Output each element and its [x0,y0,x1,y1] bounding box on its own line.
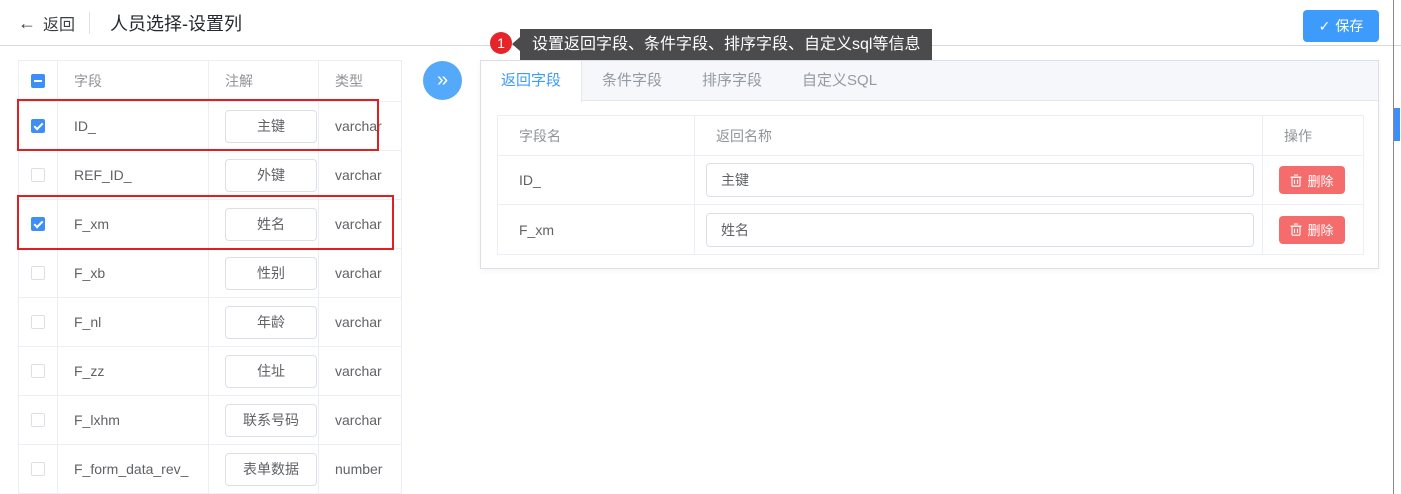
field-name: F_form_data_rev_ [58,445,209,493]
delete-label: 删除 [1307,173,1334,189]
check-icon: ✓ [1318,17,1331,34]
row-checkbox[interactable] [31,413,45,427]
expand-panel-button[interactable]: » [423,61,462,100]
header-divider [89,12,90,34]
row-checkbox[interactable] [31,217,45,231]
field-name: ID_ [58,102,209,150]
table-row: F_lxhm varchar [19,396,401,445]
return-fields-table: 字段名 返回名称 操作 ID_ 删除 F_xm [497,115,1364,255]
back-button[interactable]: ← 返回 [18,11,75,35]
column-header-field: 字段 [58,61,209,101]
comment-input[interactable] [225,403,317,437]
fields-table: 字段 注解 类型 ID_ varchar REF_ID_ varchar F_x… [18,60,402,494]
back-label: 返回 [43,17,76,34]
field-type: varchar [335,216,382,232]
page-title: 人员选择-设置列 [110,14,242,34]
comment-input[interactable] [225,256,317,290]
row-checkbox[interactable] [31,462,45,476]
delete-button[interactable]: 删除 [1279,215,1345,244]
table-row: F_nl varchar [19,298,401,347]
table-row: ID_ varchar [19,102,401,151]
delete-button[interactable]: 删除 [1279,166,1345,194]
row-checkbox[interactable] [31,266,45,280]
tab-sort-fields[interactable]: 排序字段 [682,61,782,101]
tab-condition-fields[interactable]: 条件字段 [582,61,682,101]
comment-input[interactable] [225,109,317,143]
tab-bar: 返回字段 条件字段 排序字段 自定义SQL [481,61,1378,102]
field-type: varchar [335,314,382,330]
column-header-field-name: 字段名 [498,116,695,155]
double-chevron-right-icon: » [436,69,449,91]
field-type: varchar [335,363,382,379]
field-type: varchar [335,167,382,183]
comment-input[interactable] [225,305,317,339]
scrollbar-thumb[interactable] [1394,108,1400,141]
save-label: 保存 [1335,18,1364,34]
column-header-return-name: 返回名称 [695,116,1263,155]
table-row: ID_ 删除 [498,156,1363,205]
tooltip-arrow [512,37,520,51]
settings-card: 返回字段 条件字段 排序字段 自定义SQL 字段名 返回名称 操作 ID_ 删除 [480,60,1379,269]
table-row: F_zz varchar [19,347,401,396]
step-badge: 1 [490,32,512,54]
comment-input[interactable] [225,158,317,192]
comment-input[interactable] [225,452,317,486]
field-name: F_zz [58,347,209,395]
field-type: number [335,461,383,477]
field-name: F_xm [58,200,209,248]
tab-return-fields[interactable]: 返回字段 [481,61,583,102]
comment-input[interactable] [225,354,317,388]
table-row: F_form_data_rev_ number [19,445,401,494]
table-row: F_xm varchar [19,200,401,249]
return-table-header: 字段名 返回名称 操作 [498,116,1363,156]
table-row: F_xm 删除 [498,205,1363,254]
row-checkbox[interactable] [31,168,45,182]
field-type: varchar [335,412,382,428]
row-checkbox[interactable] [31,364,45,378]
field-name: F_nl [58,298,209,346]
row-checkbox[interactable] [31,315,45,329]
delete-label: 删除 [1307,223,1334,238]
field-name: F_xm [498,205,695,254]
table-row: F_xb varchar [19,249,401,298]
trash-icon [1290,173,1302,187]
field-name: REF_ID_ [58,151,209,199]
fields-table-header: 字段 注解 类型 [19,61,401,102]
page: ← 返回 人员选择-设置列 ✓ 保存 字段 注解 类型 ID_ varchar … [0,0,1401,494]
field-type: varchar [335,265,382,281]
column-header-type: 类型 [335,73,363,89]
save-button[interactable]: ✓ 保存 [1303,10,1379,42]
field-name: ID_ [498,156,695,204]
column-header-action: 操作 [1284,127,1312,144]
scrollbar-track[interactable] [1393,0,1394,494]
field-name: F_xb [58,249,209,297]
field-type: varchar [335,118,382,134]
select-all-checkbox[interactable] [31,74,45,88]
return-name-input[interactable] [706,212,1254,247]
comment-input[interactable] [225,207,317,241]
tab-custom-sql[interactable]: 自定义SQL [782,61,897,101]
return-name-input[interactable] [706,163,1254,197]
annotation-tooltip: 设置返回字段、条件字段、排序字段、自定义sql等信息 [520,29,933,60]
field-name: F_lxhm [58,396,209,444]
row-checkbox[interactable] [31,119,45,133]
back-arrow-icon: ← [18,12,36,33]
table-row: REF_ID_ varchar [19,151,401,200]
column-header-comment: 注解 [209,61,319,101]
trash-icon [1290,223,1302,236]
